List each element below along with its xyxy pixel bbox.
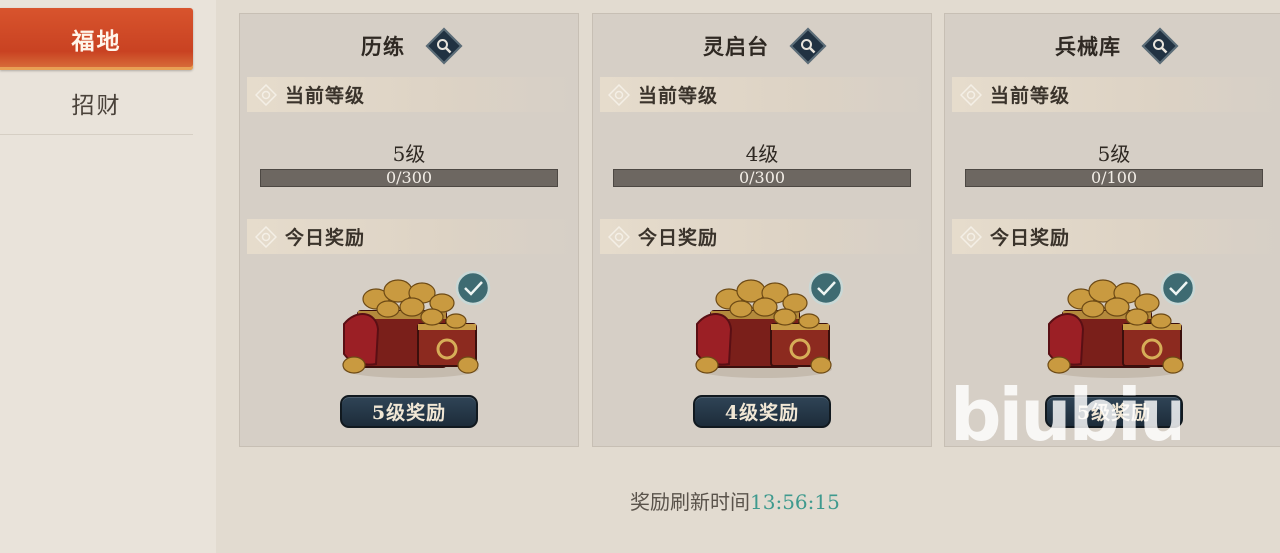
section-label: 今日奖励: [285, 227, 366, 249]
current-level-header: 当前等级: [247, 77, 577, 112]
building-card-lilian: 历练 当前等级 5级 0/300 今日奖励 5级奖励: [239, 13, 579, 447]
refresh-timer: 奖励刷新时间13:56:15: [630, 486, 840, 515]
magnify-icon[interactable]: [1141, 27, 1179, 65]
level-value: 5级: [392, 142, 426, 166]
reward-button[interactable]: 4级奖励: [693, 395, 831, 428]
card-title: 历练: [361, 34, 405, 59]
diamond-icon: [600, 219, 638, 254]
card-title: 灵启台: [703, 34, 769, 59]
reward-button-label: 5级奖励: [371, 402, 447, 424]
section-label: 当前等级: [638, 85, 719, 107]
current-level-header: 当前等级: [952, 77, 1280, 112]
section-label: 当前等级: [990, 85, 1071, 107]
magnify-icon[interactable]: [789, 27, 827, 65]
exp-progress-bar: 0/300: [260, 168, 558, 187]
magnify-icon[interactable]: [425, 27, 463, 65]
reward-button-label: 4级奖励: [724, 402, 800, 424]
refresh-label: 奖励刷新时间: [630, 490, 750, 514]
diamond-icon: [247, 77, 285, 112]
progress-text: 0/100: [1090, 168, 1138, 187]
tab-label: 福地: [71, 28, 122, 55]
section-label: 当前等级: [285, 85, 366, 107]
card-title: 兵械库: [1055, 34, 1121, 59]
checkmark-icon: [1160, 270, 1196, 306]
svg-text:biubiu: biubiu: [950, 378, 1180, 448]
diamond-icon: [600, 77, 638, 112]
building-card-lingqitai: 灵启台 当前等级 4级 0/300 今日奖励 4级奖励: [592, 13, 932, 447]
sidebar: 福地 招财: [0, 0, 216, 553]
checkmark-icon: [455, 270, 491, 306]
level-value: 5级: [1097, 142, 1131, 166]
tab-zhaocai[interactable]: 招财: [0, 72, 193, 135]
reward-button[interactable]: 5级奖励: [340, 395, 478, 428]
tab-fudi[interactable]: 福地: [0, 8, 193, 70]
refresh-time: 13:56:15: [750, 490, 840, 514]
diamond-icon: [952, 77, 990, 112]
level-value: 4级: [745, 142, 779, 166]
checkmark-icon: [808, 270, 844, 306]
tab-label: 招财: [71, 93, 122, 119]
exp-progress-bar: 0/100: [965, 168, 1263, 187]
today-reward-header: 今日奖励: [952, 219, 1280, 254]
progress-text: 0/300: [738, 168, 786, 187]
main-panel: 历练 当前等级 5级 0/300 今日奖励 5级奖励 灵启台 当前等级 4级 0…: [216, 0, 1280, 553]
diamond-icon: [247, 219, 285, 254]
section-label: 今日奖励: [638, 227, 719, 249]
progress-text: 0/300: [385, 168, 433, 187]
section-label: 今日奖励: [990, 227, 1071, 249]
watermark-logo: biubiu: [950, 378, 1180, 448]
current-level-header: 当前等级: [600, 77, 930, 112]
today-reward-header: 今日奖励: [247, 219, 577, 254]
exp-progress-bar: 0/300: [613, 168, 911, 187]
today-reward-header: 今日奖励: [600, 219, 930, 254]
diamond-icon: [952, 219, 990, 254]
